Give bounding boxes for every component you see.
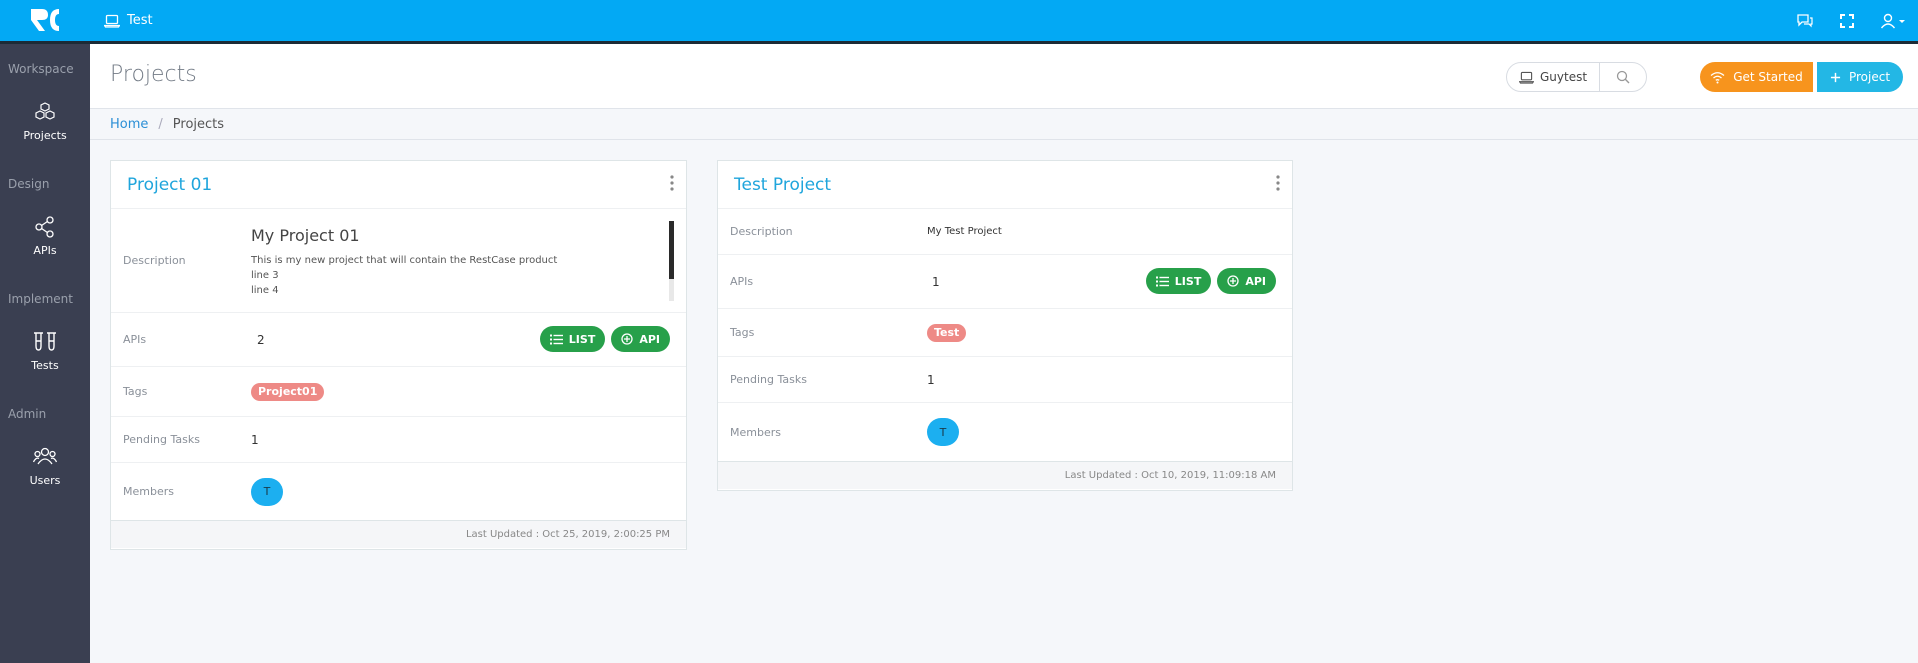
tags-row: Tags Test bbox=[718, 309, 1292, 357]
kebab-menu-icon[interactable] bbox=[1276, 174, 1280, 195]
add-project-button[interactable]: Project bbox=[1817, 62, 1903, 92]
workspace-switcher[interactable]: Test bbox=[104, 0, 153, 41]
tags-label: Tags bbox=[730, 326, 755, 339]
top-bar: Test bbox=[0, 0, 1918, 44]
avatar[interactable]: T bbox=[251, 477, 283, 506]
description-line: line 3 bbox=[251, 269, 279, 281]
get-started-label: Get Started bbox=[1733, 70, 1803, 84]
description-label: Description bbox=[123, 254, 186, 267]
plus-icon bbox=[1830, 72, 1841, 82]
project-card: Project 01 Description My Project 01 Thi… bbox=[110, 160, 687, 550]
pending-tasks-row: Pending Tasks 1 bbox=[718, 357, 1292, 403]
project-title-link[interactable]: Test Project bbox=[734, 175, 831, 195]
pending-tasks-count: 1 bbox=[927, 372, 935, 387]
project-title-link[interactable]: Project 01 bbox=[127, 175, 212, 195]
description-row: Description My Test Project bbox=[718, 209, 1292, 255]
sidebar-item-apis[interactable]: APIs bbox=[0, 199, 90, 274]
tags-row: Tags Project01 bbox=[111, 367, 686, 417]
list-apis-button[interactable]: LIST bbox=[1145, 268, 1212, 294]
sidebar-section-implement: Implement bbox=[8, 292, 73, 306]
apis-count: 1 bbox=[932, 274, 940, 289]
user-menu-icon[interactable] bbox=[1880, 12, 1906, 30]
members-row: Members T bbox=[718, 403, 1292, 461]
apis-count: 2 bbox=[257, 332, 265, 347]
tag-badge[interactable]: Test bbox=[927, 323, 967, 342]
description-label: Description bbox=[730, 225, 793, 238]
description-row: Description My Project 01 This is my new… bbox=[111, 209, 686, 313]
add-api-button[interactable]: API bbox=[1217, 268, 1276, 294]
laptop-icon bbox=[1519, 71, 1534, 84]
search-icon bbox=[1616, 70, 1630, 84]
apis-row: APIs 2 LIST API bbox=[111, 313, 686, 367]
pending-tasks-row: Pending Tasks 1 bbox=[111, 417, 686, 463]
sidebar-item-tests[interactable]: Tests bbox=[0, 314, 90, 389]
last-updated: Last Updated : Oct 10, 2019, 11:09:18 AM bbox=[718, 461, 1292, 489]
sidebar: Workspace Projects Design APIs Implement… bbox=[0, 44, 90, 663]
plus-circle-icon bbox=[621, 333, 633, 345]
description-title: My Project 01 bbox=[251, 225, 360, 245]
tag-badge[interactable]: Project01 bbox=[251, 382, 325, 401]
breadcrumb-home-link[interactable]: Home bbox=[110, 117, 148, 132]
laptop-icon bbox=[104, 14, 120, 28]
api-button-label: API bbox=[639, 332, 660, 346]
workspace-button[interactable]: Guytest bbox=[1507, 63, 1601, 91]
members-label: Members bbox=[730, 425, 781, 439]
workspace-button-group: Guytest bbox=[1506, 62, 1648, 92]
list-icon bbox=[549, 334, 563, 344]
list-button-label: LIST bbox=[1174, 274, 1202, 288]
breadcrumb: Home / Projects bbox=[90, 109, 1918, 140]
apis-label: APIs bbox=[123, 333, 147, 346]
sidebar-item-label: Users bbox=[29, 474, 61, 487]
add-api-button[interactable]: API bbox=[611, 326, 670, 352]
kebab-menu-icon[interactable] bbox=[670, 174, 674, 195]
pending-tasks-count: 1 bbox=[251, 432, 259, 447]
description-line: This is my new project that will contain… bbox=[251, 254, 558, 266]
description-scrollbar[interactable] bbox=[669, 221, 674, 301]
share-icon bbox=[35, 216, 54, 238]
description-content: My Project 01 This is my new project tha… bbox=[251, 226, 557, 296]
workspace-button-label: Guytest bbox=[1540, 70, 1588, 84]
sidebar-section-admin: Admin bbox=[8, 407, 47, 421]
avatar[interactable]: T bbox=[927, 418, 959, 446]
pending-tasks-label: Pending Tasks bbox=[730, 373, 807, 386]
page-title: Projects bbox=[110, 62, 197, 87]
search-button[interactable] bbox=[1600, 63, 1646, 91]
sidebar-item-label: Tests bbox=[31, 359, 59, 372]
plus-circle-icon bbox=[1227, 275, 1239, 287]
chat-icon[interactable] bbox=[1796, 12, 1814, 30]
sidebar-item-projects[interactable]: Projects bbox=[0, 84, 90, 159]
users-icon bbox=[33, 447, 57, 465]
add-project-label: Project bbox=[1848, 70, 1891, 84]
list-icon bbox=[1155, 276, 1169, 286]
apis-label: APIs bbox=[730, 275, 754, 288]
sidebar-item-label: APIs bbox=[33, 244, 57, 257]
get-started-button[interactable]: Get Started bbox=[1700, 62, 1813, 92]
description-line: line 4 bbox=[251, 284, 279, 296]
test-tubes-icon bbox=[34, 332, 56, 351]
apis-row: APIs 1 LIST API bbox=[718, 255, 1292, 309]
sidebar-section-workspace: Workspace bbox=[8, 62, 74, 76]
last-updated: Last Updated : Oct 25, 2019, 2:00:25 PM bbox=[111, 520, 686, 548]
fullscreen-icon[interactable] bbox=[1838, 12, 1856, 30]
breadcrumb-separator: / bbox=[158, 116, 163, 132]
description-text: My Test Project bbox=[927, 226, 1002, 237]
cubes-icon bbox=[35, 102, 55, 120]
api-button-label: API bbox=[1245, 274, 1266, 288]
members-label: Members bbox=[123, 485, 174, 498]
members-row: Members T bbox=[111, 463, 686, 520]
restcase-logo[interactable] bbox=[28, 5, 62, 35]
scroll-thumb[interactable] bbox=[669, 221, 674, 279]
workspace-label: Test bbox=[127, 13, 153, 28]
tags-label: Tags bbox=[123, 385, 148, 398]
breadcrumb-current: Projects bbox=[172, 116, 225, 132]
list-apis-button[interactable]: LIST bbox=[539, 326, 606, 352]
page-header: Projects Guytest Get Started Project bbox=[90, 44, 1918, 109]
sidebar-section-design: Design bbox=[8, 177, 50, 191]
list-button-label: LIST bbox=[568, 332, 596, 346]
project-card: Test Project Description My Test Project… bbox=[717, 160, 1293, 491]
sidebar-item-label: Projects bbox=[23, 129, 67, 142]
wifi-icon bbox=[1710, 71, 1725, 83]
sidebar-item-users[interactable]: Users bbox=[0, 429, 90, 504]
pending-tasks-label: Pending Tasks bbox=[123, 433, 200, 446]
